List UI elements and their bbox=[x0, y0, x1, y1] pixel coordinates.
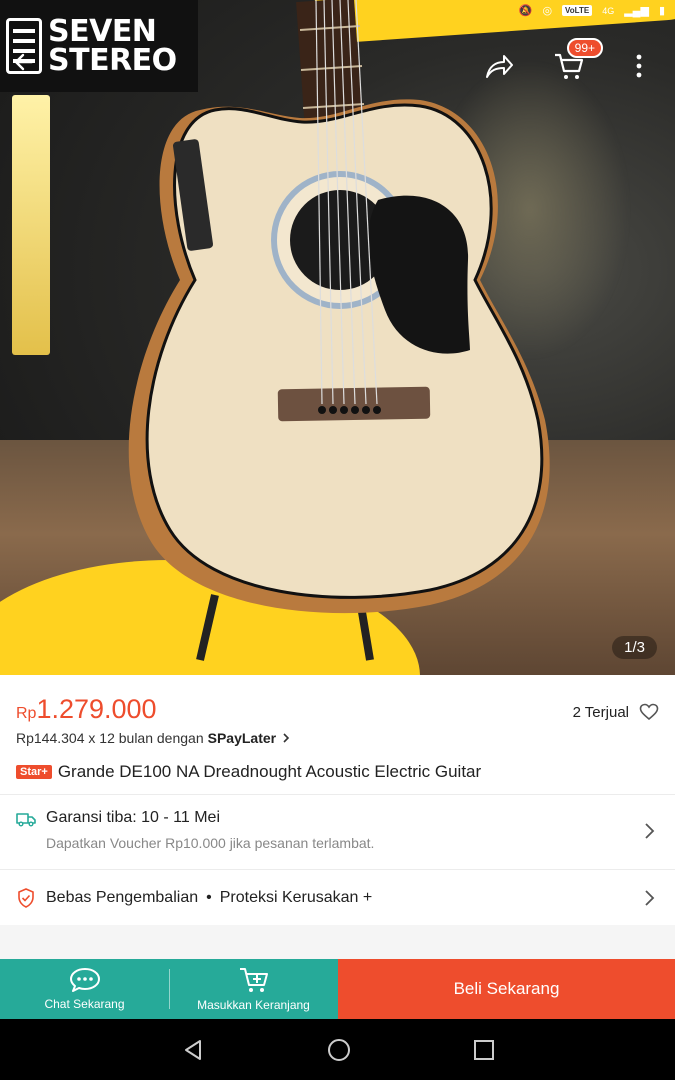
signal-icon: ▂▄▆ bbox=[624, 5, 649, 17]
status-bar: 🔕 ◎ VoLTE 4G ▂▄▆ ▮ bbox=[519, 4, 665, 17]
installment-brand: SPayLater bbox=[207, 730, 277, 746]
product-title: Grande DE100 NA Dreadnought Acoustic Ele… bbox=[57, 762, 482, 781]
chevron-right-icon bbox=[645, 889, 655, 906]
guitar-image bbox=[128, 0, 550, 661]
product-price: Rp1.279.000 bbox=[16, 694, 157, 725]
seller-logo: SEVEN STEREO bbox=[0, 0, 198, 92]
shipping-title: Garansi tiba: 10 - 11 Mei bbox=[46, 809, 221, 826]
share-icon bbox=[486, 55, 513, 78]
back-arrow-icon[interactable] bbox=[12, 50, 36, 74]
bottom-action-bar: Chat Sekarang Masukkan Keranjang Beli Se… bbox=[0, 959, 675, 1019]
shipping-guarantee-row[interactable]: Garansi tiba: 10 - 11 Mei Dapatkan Vouch… bbox=[0, 794, 675, 869]
section-divider bbox=[0, 925, 675, 959]
network-type: 4G bbox=[602, 5, 615, 16]
more-vert-icon bbox=[636, 54, 642, 78]
chat-now-button[interactable]: Chat Sekarang bbox=[0, 959, 169, 1019]
product-image-carousel[interactable]: 🔕 ◎ VoLTE 4G ▂▄▆ ▮ SEVEN STEREO 99+ 1/3 bbox=[0, 0, 675, 675]
heart-icon[interactable] bbox=[639, 703, 659, 721]
image-pager: 1/3 bbox=[612, 636, 657, 659]
chat-icon bbox=[69, 968, 100, 992]
header-actions: 99+ bbox=[477, 38, 661, 88]
truck-icon bbox=[16, 813, 36, 827]
nav-back-icon[interactable] bbox=[181, 1038, 205, 1062]
share-button[interactable] bbox=[477, 44, 521, 88]
price-row: Rp1.279.000 2 Terjual bbox=[16, 675, 659, 725]
truck-icon-wrap bbox=[16, 809, 36, 827]
cart-button[interactable]: 99+ bbox=[547, 38, 603, 88]
more-options-button[interactable] bbox=[617, 44, 661, 88]
damage-protection-label: Proteksi Kerusakan + bbox=[219, 888, 373, 906]
returns-row[interactable]: Bebas Pengembalian • Proteksi Kerusakan + bbox=[0, 869, 675, 925]
add-to-cart-button[interactable]: Masukkan Keranjang bbox=[169, 959, 338, 1019]
cart-count-badge: 99+ bbox=[566, 38, 603, 58]
chevron-right-icon bbox=[283, 733, 290, 743]
title-row: Star+ Grande DE100 NA Dreadnought Acoust… bbox=[16, 757, 659, 787]
add-to-cart-label: Masukkan Keranjang bbox=[197, 998, 310, 1012]
shipping-texts: Garansi tiba: 10 - 11 Mei Dapatkan Vouch… bbox=[46, 809, 639, 851]
shield-icon-wrap bbox=[16, 887, 36, 908]
product-page: 🔕 ◎ VoLTE 4G ▂▄▆ ▮ SEVEN STEREO 99+ 1/3 … bbox=[0, 0, 675, 1080]
returns-separator: • bbox=[206, 888, 212, 906]
buy-now-button[interactable]: Beli Sekarang bbox=[338, 959, 675, 1019]
system-navigation-bar bbox=[0, 1019, 675, 1080]
star-plus-badge: Star+ bbox=[16, 765, 52, 779]
seller-logo-text: SEVEN STEREO bbox=[48, 14, 177, 78]
mute-icon: 🔕 bbox=[518, 5, 533, 17]
shipping-subtitle: Dapatkan Voucher Rp10.000 jika pesanan t… bbox=[46, 835, 375, 851]
product-info: Rp1.279.000 2 Terjual Rp144.304 x 12 bul… bbox=[0, 675, 675, 787]
chat-now-label: Chat Sekarang bbox=[44, 997, 125, 1011]
network-chip: VoLTE bbox=[562, 5, 593, 16]
chevron-right-icon bbox=[645, 823, 655, 839]
sold-count: 2 Terjual bbox=[572, 703, 629, 721]
installment-text: Rp144.304 x 12 bulan dengan bbox=[16, 730, 204, 746]
shipping-chevron bbox=[639, 813, 659, 849]
installment-link[interactable]: Rp144.304 x 12 bulan dengan SPayLater bbox=[16, 727, 659, 749]
hotspot-icon: ◎ bbox=[542, 5, 553, 17]
battery-icon: ▮ bbox=[658, 5, 665, 17]
returns-texts: Bebas Pengembalian • Proteksi Kerusakan + bbox=[46, 889, 639, 907]
price-currency: Rp bbox=[16, 705, 37, 722]
nav-recents-icon[interactable] bbox=[473, 1039, 495, 1061]
free-returns-label: Bebas Pengembalian bbox=[46, 888, 199, 906]
add-to-cart-icon bbox=[239, 968, 268, 992]
returns-chevron bbox=[639, 870, 659, 925]
nav-home-icon[interactable] bbox=[326, 1037, 352, 1063]
price-amount: 1.279.000 bbox=[36, 694, 157, 724]
shield-icon bbox=[18, 887, 34, 908]
sold-count-area: 2 Terjual bbox=[573, 703, 659, 721]
